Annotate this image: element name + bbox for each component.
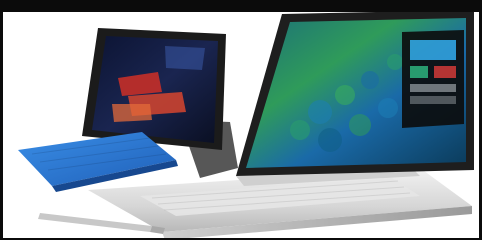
top-black-bar [0,0,482,12]
tablet-device [18,28,238,192]
left-border [0,0,3,240]
photo-frame [0,0,482,240]
product-photo [18,10,474,240]
laptop-screen-panel [402,30,464,128]
